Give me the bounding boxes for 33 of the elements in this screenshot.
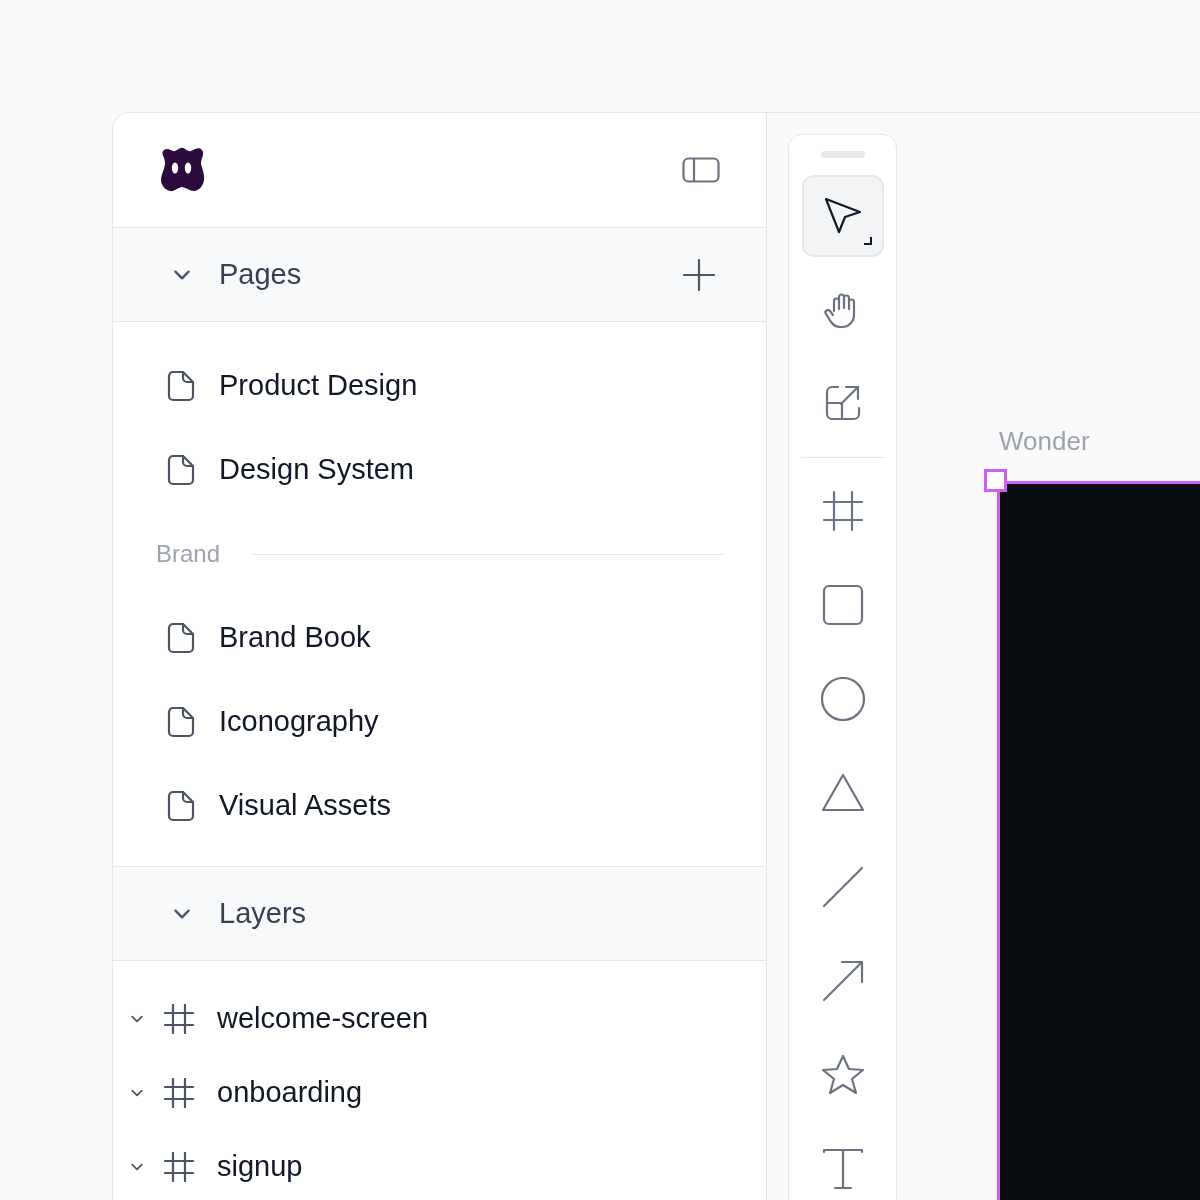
layer-item[interactable]: onboarding <box>217 1071 363 1115</box>
page-item[interactable]: Product Design <box>219 364 418 408</box>
text-icon <box>820 1147 865 1191</box>
page-item[interactable]: Visual Assets <box>219 784 391 828</box>
frame-icon <box>164 1078 194 1108</box>
drag-handle[interactable] <box>820 151 865 158</box>
page-icon <box>167 706 195 738</box>
sidebar-toggle-icon[interactable] <box>682 157 720 183</box>
page-item[interactable]: Design System <box>219 448 414 492</box>
frame-tool-icon <box>820 489 865 533</box>
rectangle-icon <box>820 583 865 627</box>
section-title: Pages <box>219 256 302 292</box>
layer-item[interactable]: signup <box>217 1145 303 1189</box>
group-label: Brand <box>156 539 221 569</box>
frame-icon <box>164 1152 194 1182</box>
line-icon <box>820 865 865 909</box>
app-logo <box>158 146 206 194</box>
frame-label: Wonder <box>999 425 1090 458</box>
page-icon <box>167 622 195 654</box>
page-item[interactable]: Brand Book <box>219 616 371 660</box>
page-icon <box>167 370 195 402</box>
arrow-icon <box>820 959 865 1003</box>
page-icon <box>167 454 195 486</box>
star-icon <box>820 1053 865 1097</box>
layer-item[interactable]: welcome-screen <box>217 997 429 1041</box>
add-page-icon[interactable] <box>682 257 716 292</box>
section-title: Layers <box>219 895 307 931</box>
corner-indicator-icon <box>863 237 872 245</box>
page-icon <box>167 790 195 822</box>
page-item[interactable]: Iconography <box>219 700 379 744</box>
tool-button[interactable] <box>801 175 884 257</box>
frame-icon <box>164 1004 194 1034</box>
resize-handle[interactable] <box>984 469 1007 492</box>
